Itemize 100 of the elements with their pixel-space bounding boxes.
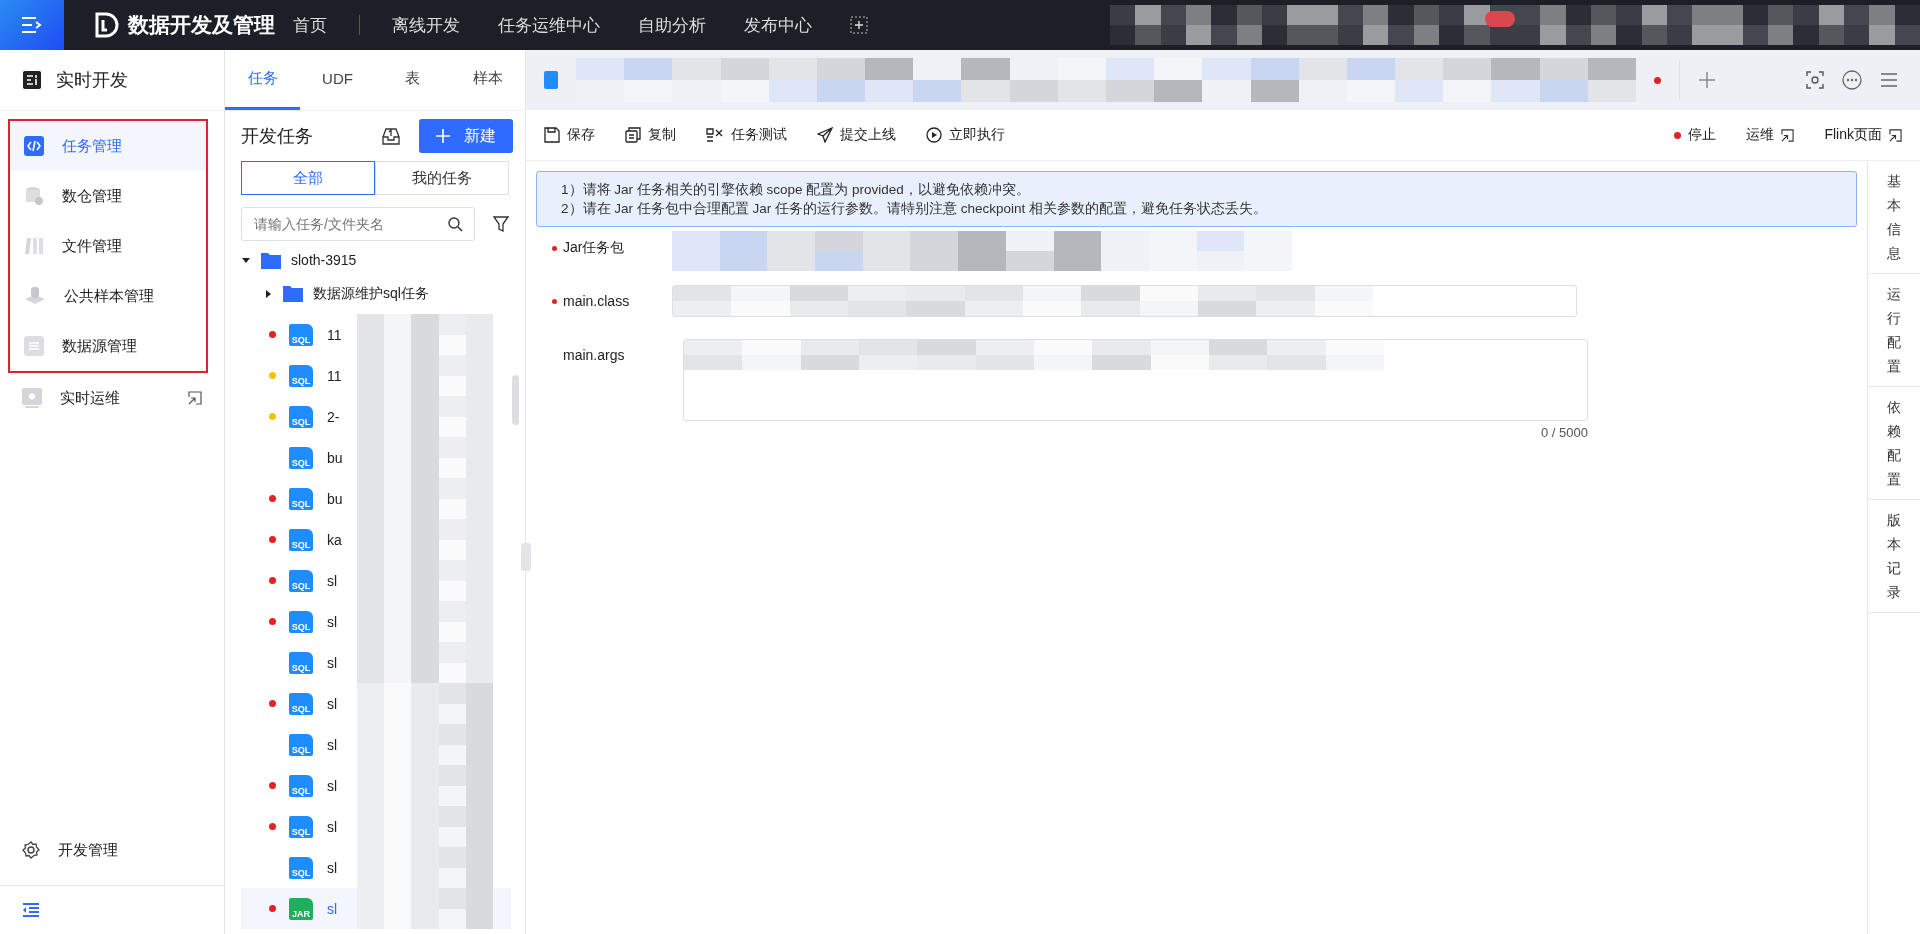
panel-tab[interactable]: UDF bbox=[300, 50, 375, 110]
filter-tab[interactable]: 全部 bbox=[241, 161, 375, 195]
tree-folder[interactable]: sloth-3915 bbox=[225, 247, 525, 273]
stop-button[interactable]: 停止 bbox=[1674, 126, 1717, 144]
link-button[interactable]: Flink页面 bbox=[1824, 126, 1902, 144]
tree-item[interactable]: SQL 11 bbox=[241, 355, 511, 396]
resize-handle[interactable] bbox=[521, 543, 531, 571]
sidebar-item[interactable]: 任务管理 bbox=[10, 121, 206, 171]
file-icon: SQL bbox=[289, 446, 313, 469]
search-icon bbox=[448, 217, 463, 232]
sidebar-title: 实时开发 bbox=[56, 69, 128, 92]
nav-link[interactable]: 发布中心 bbox=[744, 13, 812, 37]
scrollbar-thumb[interactable] bbox=[512, 375, 519, 425]
module-icon bbox=[22, 70, 42, 90]
side-tab[interactable]: 版本记录 bbox=[1868, 500, 1920, 613]
sidebar-item[interactable]: 数据源管理 bbox=[10, 321, 206, 371]
side-tab[interactable]: 基本信息 bbox=[1868, 161, 1920, 274]
field-label: main.class bbox=[536, 285, 672, 309]
sidebar-item[interactable]: 实时运维 bbox=[0, 373, 224, 423]
panel-tab[interactable]: 表 bbox=[375, 50, 450, 110]
tree-folder[interactable]: 数据源维护sql任务 bbox=[225, 273, 525, 314]
file-icon: SQL bbox=[289, 364, 313, 387]
file-icon: SQL bbox=[289, 569, 313, 592]
nav-link[interactable]: 首页 bbox=[293, 13, 327, 37]
tree-item[interactable]: SQL sl bbox=[241, 806, 511, 847]
toolbar-button[interactable]: 复制 bbox=[625, 126, 676, 144]
save-icon bbox=[544, 127, 560, 143]
app-title: 数据开发及管理 bbox=[128, 12, 275, 38]
nav-link[interactable]: 任务运维中心 bbox=[498, 13, 600, 37]
panel-title: 开发任务 bbox=[241, 125, 314, 148]
input-field[interactable] bbox=[683, 339, 1588, 421]
side-tab[interactable]: 运行配置 bbox=[1868, 274, 1920, 387]
caret-right-icon bbox=[263, 288, 273, 299]
code-icon bbox=[24, 136, 44, 156]
logo-icon bbox=[94, 12, 120, 38]
character-counter: 0 / 5000 bbox=[1541, 425, 1588, 440]
menu-icon[interactable] bbox=[1880, 72, 1898, 88]
toolbar-button[interactable]: 提交上线 bbox=[817, 126, 896, 144]
notice-text: 1）请将 Jar 任务相关的引擎依赖 scope 配置为 provided，以避免依赖冲突。 bbox=[561, 181, 1031, 199]
tree-item[interactable]: SQL 2- bbox=[241, 396, 511, 437]
menu-icon bbox=[21, 16, 43, 34]
tree-item[interactable]: SQL bu bbox=[241, 478, 511, 519]
file-icon: SQL bbox=[289, 733, 313, 756]
file-icon: SQL bbox=[289, 487, 313, 510]
tree-item[interactable]: SQL sl bbox=[241, 642, 511, 683]
file-icon: SQL bbox=[289, 405, 313, 428]
nav-link[interactable]: 自助分析 bbox=[638, 13, 706, 37]
tree-item[interactable]: SQL sl bbox=[241, 601, 511, 642]
toolbar-button[interactable]: 立即执行 bbox=[926, 126, 1005, 144]
database-icon bbox=[24, 336, 44, 356]
sidebar-item[interactable]: 开发管理 bbox=[0, 825, 224, 875]
filter-tab[interactable]: 我的任务 bbox=[375, 161, 509, 195]
send-icon bbox=[817, 127, 833, 143]
menu-button[interactable] bbox=[0, 0, 64, 50]
tree-item[interactable]: SQL ka bbox=[241, 519, 511, 560]
folder-icon bbox=[261, 251, 281, 269]
tree-item[interactable]: SQL sl bbox=[241, 683, 511, 724]
more-icon[interactable] bbox=[1842, 70, 1862, 90]
side-tab[interactable]: 依赖配置 bbox=[1868, 387, 1920, 500]
file-icon: SQL bbox=[289, 651, 313, 674]
toolbar-button[interactable]: 任务测试 bbox=[706, 126, 787, 144]
sidebar-item[interactable]: 文件管理 bbox=[10, 221, 206, 271]
file-icon: SQL bbox=[289, 610, 313, 633]
tree-item[interactable]: SQL sl bbox=[241, 765, 511, 806]
input-field[interactable] bbox=[672, 285, 1577, 317]
plus-icon bbox=[436, 129, 450, 143]
add-panel-icon[interactable] bbox=[850, 16, 868, 34]
locate-icon[interactable] bbox=[1806, 71, 1824, 89]
sidebar-item[interactable]: 公共样本管理 bbox=[10, 271, 206, 321]
import-icon[interactable] bbox=[381, 126, 401, 146]
tree-item[interactable]: SQL bu bbox=[241, 437, 511, 478]
collapse-icon[interactable] bbox=[22, 902, 40, 918]
tree-item[interactable]: SQL sl bbox=[241, 847, 511, 888]
file-icon: SQL bbox=[289, 856, 313, 879]
external-link-icon bbox=[1889, 128, 1902, 142]
file-icon: SQL bbox=[289, 774, 313, 797]
folder-icon bbox=[283, 285, 303, 302]
file-icon: SQL bbox=[289, 528, 313, 551]
panel-tab[interactable]: 任务 bbox=[225, 50, 300, 110]
tree-item[interactable]: SQL sl bbox=[241, 724, 511, 765]
tree-item[interactable]: SQL sl bbox=[241, 560, 511, 601]
tree-item[interactable]: JAR sl bbox=[241, 888, 511, 929]
new-button[interactable]: 新建 bbox=[419, 119, 513, 153]
link-button[interactable]: 运维 bbox=[1746, 126, 1795, 144]
toolbar-button[interactable]: 保存 bbox=[544, 126, 595, 144]
field-label: Jar任务包 bbox=[536, 231, 672, 257]
stack-icon bbox=[24, 286, 46, 306]
panel-tab[interactable]: 样本 bbox=[450, 50, 525, 110]
monitor-icon bbox=[22, 388, 42, 408]
notice-text: 2）请在 Jar 任务包中合理配置 Jar 任务的运行参数。请特别注意 checkpoint 相关参数的配置，避免任务状态丢失。 bbox=[561, 200, 1269, 218]
tree-item[interactable]: SQL 11 bbox=[241, 314, 511, 355]
nav-link[interactable]: 离线开发 bbox=[392, 13, 460, 37]
field-label: main.args bbox=[562, 346, 626, 363]
settings-icon bbox=[22, 841, 40, 859]
files-icon bbox=[24, 236, 44, 256]
filter-icon[interactable] bbox=[493, 216, 509, 232]
copy-icon bbox=[625, 127, 641, 143]
search-field[interactable]: 请输入任务/文件夹名 bbox=[241, 207, 475, 241]
sidebar-item[interactable]: 数仓管理 bbox=[10, 171, 206, 221]
caret-down-icon bbox=[241, 255, 251, 265]
